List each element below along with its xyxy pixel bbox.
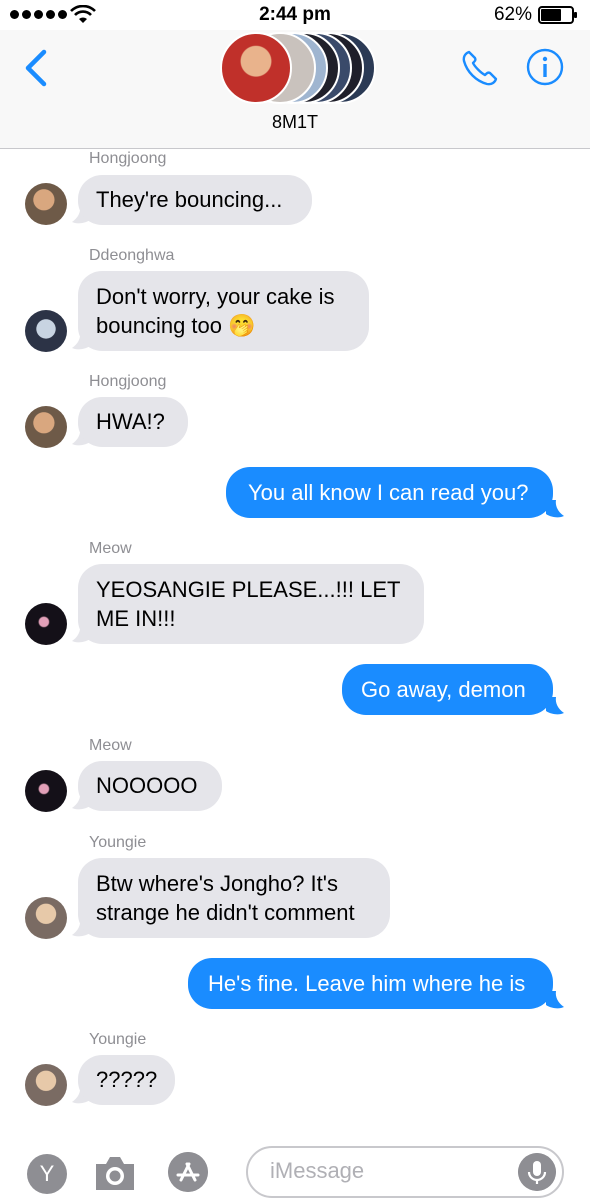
avatar <box>25 406 67 448</box>
message-bubble[interactable]: Don't worry, your cake is bouncing too 🤭 <box>78 271 369 351</box>
avatar <box>25 897 67 939</box>
message-text: Go away, demon <box>361 677 526 702</box>
apps-button[interactable]: Y <box>27 1154 67 1194</box>
message-bubble[interactable]: ????? <box>78 1055 175 1105</box>
message-text: bouncing too 🤭 <box>96 313 256 338</box>
message-text: Don't worry, your cake is <box>96 284 335 309</box>
group-avatar-stack[interactable] <box>220 32 380 104</box>
message-text: ME IN!!! <box>96 606 176 631</box>
message-text: You all know I can read you? <box>248 480 529 505</box>
message-text: Btw where's Jongho? It's <box>96 871 338 896</box>
message-text: ????? <box>96 1067 158 1092</box>
message-bubble[interactable]: Go away, demon <box>342 664 553 715</box>
avatar <box>25 603 67 645</box>
battery-icon <box>538 6 577 24</box>
phone-icon[interactable] <box>460 48 500 88</box>
back-chevron-icon[interactable] <box>22 48 52 88</box>
message-input[interactable]: iMessage <box>246 1146 564 1198</box>
compose-bar: Y iMessage <box>0 1138 590 1200</box>
message-bubble[interactable]: YEOSANGIE PLEASE...!!! LET ME IN!!! <box>78 564 424 644</box>
sender-name: Meow <box>89 737 132 754</box>
battery-percentage: 62% <box>493 4 532 25</box>
sender-name: Youngie <box>89 834 147 851</box>
conversation-header: 8M1T <box>0 30 590 149</box>
message-text: He's fine. Leave him where he is <box>208 971 526 996</box>
avatar <box>25 770 67 812</box>
message-bubble[interactable]: Btw where's Jongho? It's strange he didn… <box>78 858 390 938</box>
group-name[interactable]: 8M1T <box>0 112 590 133</box>
avatar <box>220 32 292 104</box>
input-placeholder: iMessage <box>270 1158 365 1183</box>
message-text: They're bouncing... <box>96 187 283 212</box>
avatar <box>25 183 67 225</box>
sender-name: Hongjoong <box>89 373 167 390</box>
message-text: strange he didn't comment <box>96 900 355 925</box>
message-bubble[interactable]: They're bouncing... <box>78 175 312 225</box>
sender-name: Hongjoong <box>89 150 167 167</box>
message-bubble[interactable]: HWA!? <box>78 397 188 447</box>
sender-name: Ddeonghwa <box>89 247 175 264</box>
sender-name: Meow <box>89 540 132 557</box>
microphone-icon[interactable] <box>518 1153 556 1191</box>
message-bubble[interactable]: He's fine. Leave him where he is <box>188 958 553 1009</box>
message-bubble[interactable]: You all know I can read you? <box>226 467 553 518</box>
bubble-tail <box>546 991 564 1009</box>
message-text: HWA!? <box>96 409 165 434</box>
avatar <box>25 310 67 352</box>
message-text: YEOSANGIE PLEASE...!!! LET <box>96 577 401 602</box>
message-text: NOOOOO <box>96 773 198 798</box>
camera-icon[interactable] <box>92 1152 138 1194</box>
info-icon[interactable] <box>526 48 564 86</box>
message-bubble[interactable]: NOOOOO <box>78 761 222 811</box>
avatar <box>25 1064 67 1106</box>
bubble-tail <box>546 500 564 518</box>
status-bar: 2:44 pm 62% <box>0 0 590 30</box>
app-store-icon[interactable] <box>168 1152 208 1192</box>
bubble-tail <box>546 697 564 715</box>
sender-name: Youngie <box>89 1031 147 1048</box>
